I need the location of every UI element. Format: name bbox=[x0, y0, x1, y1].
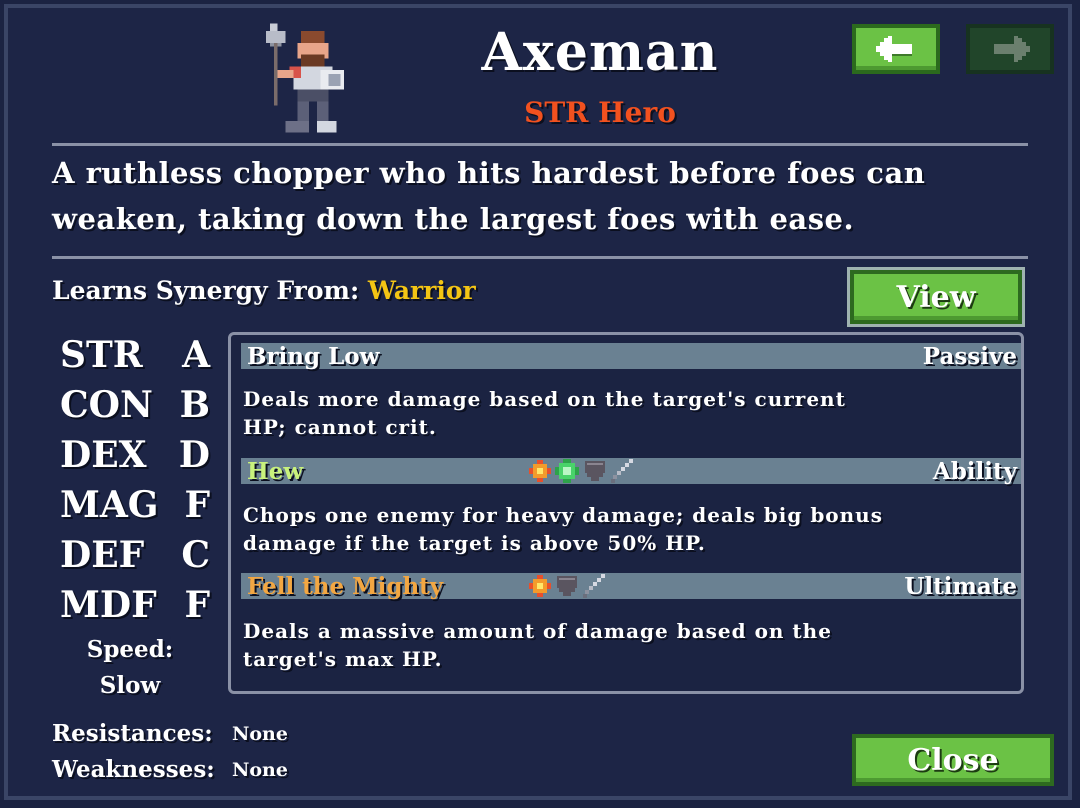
view-synergy-button[interactable]: View bbox=[850, 270, 1022, 324]
stat-row-dex: DEX D bbox=[60, 430, 210, 480]
hero-description: A ruthless chopper who hits hardest befo… bbox=[52, 156, 926, 236]
arrow-left-icon bbox=[876, 36, 912, 62]
skill-description: Chops one enemy for heavy damage; deals … bbox=[243, 503, 883, 555]
stat-row-con: CON B bbox=[60, 380, 210, 430]
weaknesses-row: Weaknesses: None bbox=[52, 756, 288, 783]
stat-name: MDF bbox=[60, 584, 157, 626]
previous-hero-button[interactable] bbox=[852, 24, 940, 74]
skill-description: Deals a massive amount of damage based o… bbox=[243, 619, 832, 671]
skill-name: Hew bbox=[247, 457, 304, 485]
skill-icons bbox=[529, 573, 607, 599]
stat-name: DEX bbox=[60, 434, 147, 476]
resistances-row: Resistances: None bbox=[52, 720, 288, 747]
stat-grade: A bbox=[182, 334, 210, 376]
shield-icon bbox=[557, 576, 577, 596]
speed-label: Speed: bbox=[86, 636, 174, 663]
skills-panel: Bring Low Passive Deals more damage base… bbox=[228, 332, 1024, 694]
fire-burst-icon bbox=[529, 460, 551, 482]
skill-header-bring-low: Bring Low Passive bbox=[241, 342, 1021, 370]
skill-type: Ability bbox=[932, 457, 1017, 485]
next-hero-button[interactable] bbox=[966, 24, 1054, 74]
resistances-value: None bbox=[232, 723, 288, 745]
synergy-class-name: Warrior bbox=[367, 276, 476, 305]
stat-grade: F bbox=[184, 484, 210, 526]
resistances-label: Resistances: bbox=[52, 720, 213, 747]
speed-value: Slow bbox=[99, 672, 161, 699]
skill-name: Bring Low bbox=[247, 342, 380, 370]
sword-icon bbox=[583, 574, 605, 598]
close-button[interactable]: Close bbox=[852, 734, 1054, 786]
fire-burst-icon bbox=[529, 575, 551, 597]
stat-grade: F bbox=[184, 584, 210, 626]
divider-top bbox=[52, 143, 1028, 146]
weaknesses-label: Weaknesses: bbox=[52, 756, 215, 783]
weaknesses-value: None bbox=[232, 759, 288, 781]
skill-type: Passive bbox=[922, 342, 1017, 370]
stat-row-str: STR A bbox=[60, 330, 210, 380]
divider-mid bbox=[52, 256, 1028, 259]
skill-description: Deals more damage based on the target's … bbox=[243, 387, 846, 439]
skill-header-fell-the-mighty: Fell the Mighty Ultimate bbox=[241, 572, 1021, 600]
hero-name: Axeman bbox=[481, 22, 719, 83]
stat-grades: STR A CON B DEX D MAG F DEF C MDF F bbox=[60, 330, 210, 630]
skill-icons bbox=[529, 458, 635, 484]
sword-icon bbox=[611, 459, 633, 483]
skill-type: Ultimate bbox=[904, 572, 1017, 600]
skill-name: Fell the Mighty bbox=[247, 572, 444, 600]
stat-row-mag: MAG F bbox=[60, 480, 210, 530]
synergy-label: Learns Synergy From: bbox=[52, 276, 360, 305]
arrow-right-icon bbox=[994, 36, 1030, 62]
stat-name: DEF bbox=[60, 534, 145, 576]
speed-info: Speed: Slow bbox=[60, 632, 200, 704]
stat-grade: C bbox=[181, 534, 210, 576]
stat-name: STR bbox=[60, 334, 143, 376]
axeman-sprite-icon bbox=[266, 23, 345, 133]
stat-name: CON bbox=[60, 384, 153, 426]
hero-class-label: STR Hero bbox=[524, 96, 676, 129]
stat-row-def: DEF C bbox=[60, 530, 210, 580]
stat-grade: B bbox=[179, 384, 210, 426]
stat-name: MAG bbox=[60, 484, 159, 526]
synergy-line: Learns Synergy From: Warrior bbox=[52, 276, 476, 305]
green-orb-icon bbox=[555, 459, 579, 483]
skill-header-hew: Hew Ability bbox=[241, 457, 1021, 485]
stat-row-mdf: MDF F bbox=[60, 580, 210, 630]
stat-grade: D bbox=[178, 434, 210, 476]
shield-icon bbox=[585, 461, 605, 481]
